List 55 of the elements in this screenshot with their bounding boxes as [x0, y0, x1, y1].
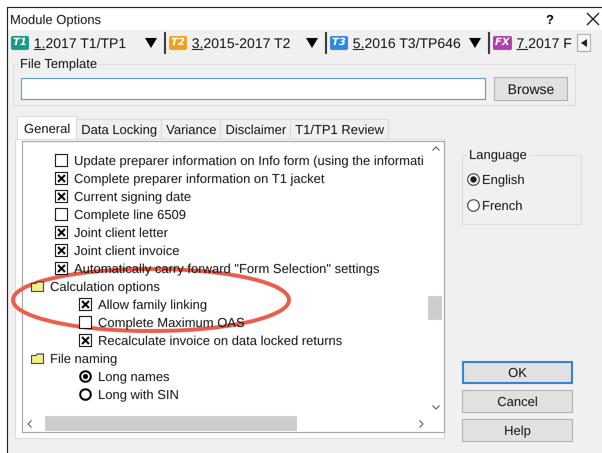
option-label[interactable]: Recalculate invoice on data locked returns [98, 332, 342, 348]
option-label[interactable]: Long names [98, 368, 170, 384]
file-template-field[interactable] [21, 78, 486, 100]
scroll-left-button[interactable] [577, 34, 591, 52]
group-label: File Template [18, 56, 100, 72]
checkbox[interactable] [55, 262, 68, 274]
radio-button[interactable] [467, 198, 480, 212]
option-label[interactable]: Update preparer information on Info form (using the informati [74, 152, 424, 168]
option-label[interactable]: Joint client letter [74, 224, 168, 240]
checkbox[interactable] [55, 172, 68, 184]
option-label[interactable]: Current signing date [74, 188, 192, 204]
help-button[interactable]: ? [540, 12, 560, 26]
radio-button[interactable] [79, 388, 92, 400]
option-label[interactable]: Joint client invoice [74, 242, 180, 258]
module-label[interactable]: 5.2016 T3/TP646 [352, 35, 464, 51]
checkbox[interactable] [55, 244, 68, 256]
left-arrow-icon [581, 39, 587, 47]
module-label[interactable]: 1.2017 T1/TP1 [34, 35, 140, 51]
scroll-thumb[interactable] [45, 416, 297, 431]
module-badge: T3 [330, 36, 348, 50]
checkbox[interactable] [55, 226, 68, 238]
option-label[interactable]: Complete line 6509 [74, 206, 186, 222]
dialog-button[interactable]: Cancel [462, 390, 573, 413]
scroll-thumb[interactable] [428, 296, 442, 320]
folder-icon [31, 352, 44, 364]
tab[interactable]: General [17, 116, 78, 139]
tab[interactable]: Data Locking [76, 119, 162, 139]
close-icon [586, 12, 600, 26]
option-label[interactable]: Long with SIN [98, 386, 179, 402]
option-label[interactable]: English [482, 172, 525, 186]
tree-group-label[interactable]: Calculation options [50, 278, 160, 294]
checkbox[interactable] [55, 190, 68, 202]
dialog-button[interactable]: Help [462, 419, 573, 442]
tree-group-label[interactable]: File naming [50, 350, 118, 366]
radio-button[interactable] [79, 370, 92, 382]
option-label[interactable]: Complete preparer information on T1 jacket [74, 170, 324, 186]
option-label[interactable]: Allow family linking [98, 296, 208, 312]
dialog-button[interactable]: OK [462, 361, 573, 384]
module-badge: T2 [169, 36, 187, 50]
checkbox[interactable] [79, 298, 92, 310]
module-badge: T1 [11, 36, 29, 50]
window-title: Module Options [10, 12, 102, 26]
checkbox[interactable] [79, 316, 92, 328]
checkbox[interactable] [79, 334, 92, 346]
radio-button[interactable] [467, 172, 480, 186]
group-label: Language [467, 147, 529, 163]
checkbox[interactable] [55, 154, 68, 166]
module-label[interactable]: 7.2017 F [516, 35, 577, 51]
folder-icon [31, 280, 44, 292]
tab[interactable]: T1/TP1 Review [290, 119, 390, 139]
browse-button[interactable]: Browse [494, 77, 568, 101]
checkbox[interactable] [55, 208, 68, 220]
module-label[interactable]: 3.2015-2017 T2 [192, 35, 301, 51]
module-badge: FX [493, 36, 512, 50]
option-label[interactable]: French [482, 198, 522, 212]
